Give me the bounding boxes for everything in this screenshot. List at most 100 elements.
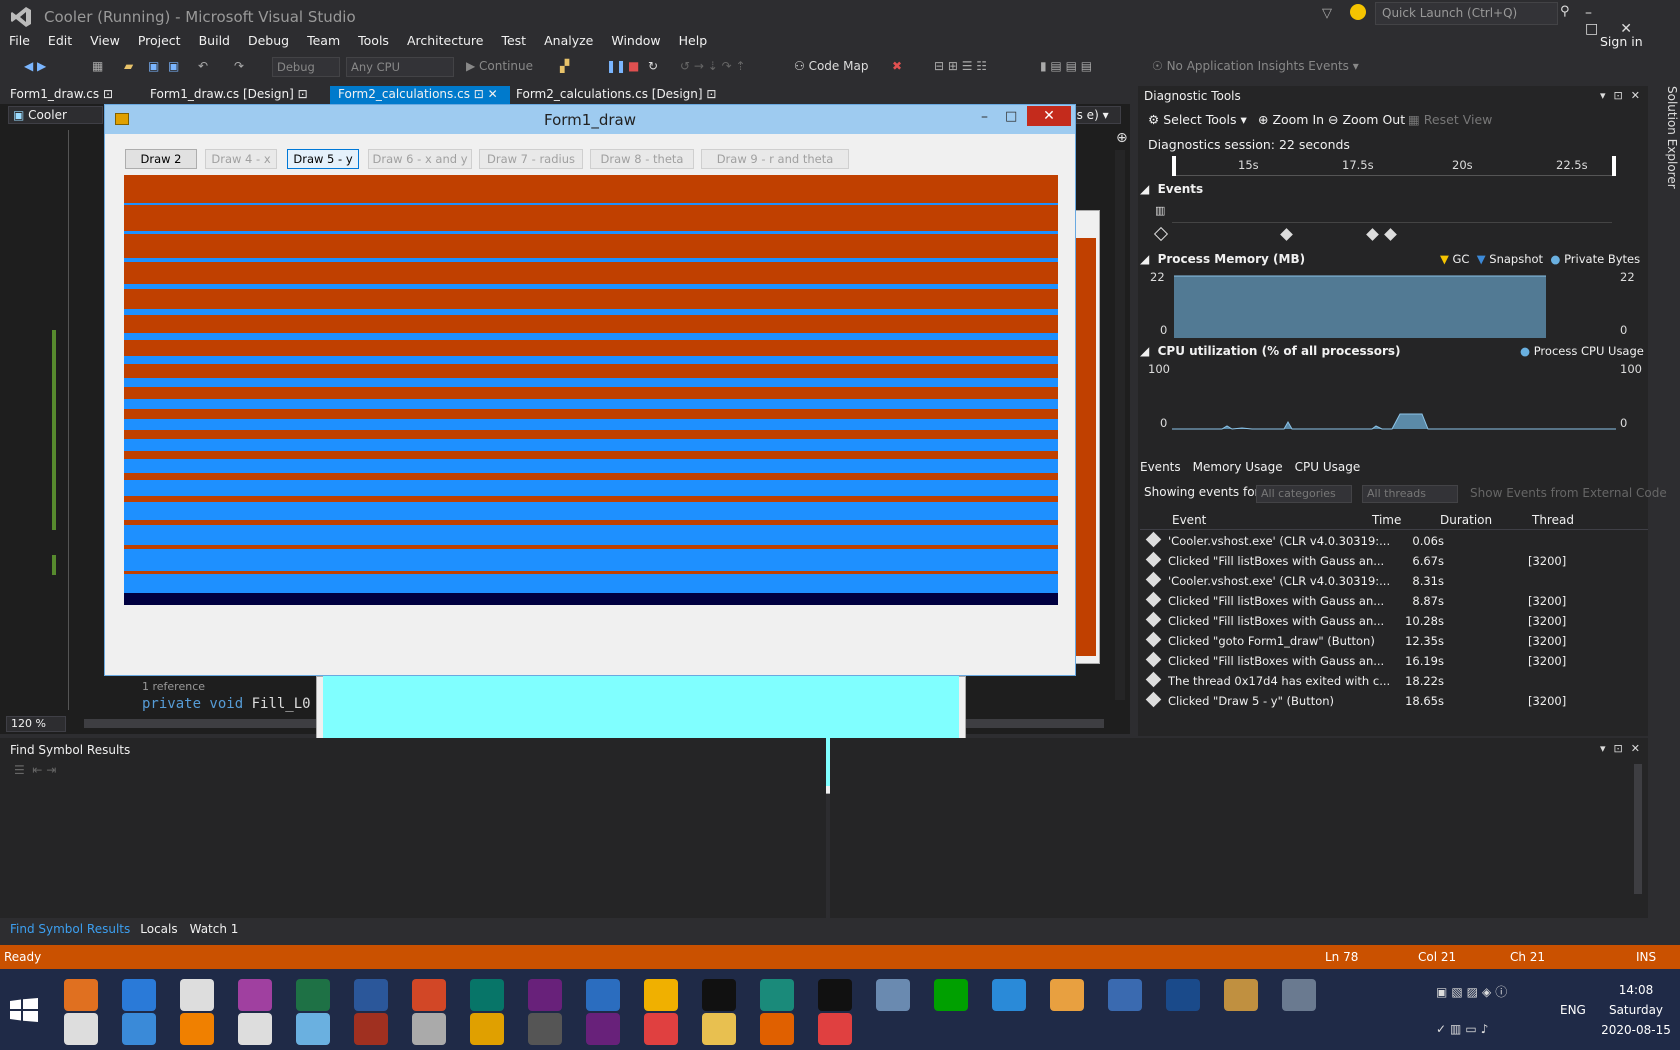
output-panel-controls[interactable]: ▾⊡✕ (1600, 742, 1648, 755)
menu-view[interactable]: View (81, 30, 129, 51)
application-insights-button[interactable]: ☉ No Application Insights Events ▾ (1152, 59, 1359, 73)
maximize-icon[interactable]: □ (1005, 109, 1017, 124)
paint-app-icon[interactable] (644, 979, 678, 1011)
taskbar-clock[interactable]: 14:08 Saturday 2020-08-15 (1600, 980, 1672, 1040)
excel-icon[interactable] (296, 979, 330, 1011)
platform-select[interactable]: Any CPU (346, 57, 454, 77)
split-editor-icon[interactable]: ⊕ (1116, 130, 1128, 146)
tab-form2-calculations-cs[interactable]: Form2_calculations.cs ⊡ ✕ (330, 86, 510, 104)
tab-memory-usage[interactable]: Memory Usage (1193, 460, 1283, 474)
tab-form2-calculations-design[interactable]: Form2_calculations.cs [Design] ⊡ (508, 86, 724, 104)
sign-in-link[interactable]: Sign in (1600, 34, 1643, 49)
event-row[interactable]: Clicked "Draw 5 - y" (Button) 18.65s [3200… (1140, 691, 1648, 712)
paint-palette-icon[interactable] (1050, 979, 1084, 1011)
cpu-section-header[interactable]: ◢ CPU utilization (% of all processors) (1140, 344, 1401, 358)
event-row[interactable]: Clicked "Fill listBoxes with Gauss an...… (1140, 591, 1648, 612)
tab-cpu-usage[interactable]: CPU Usage (1295, 460, 1361, 474)
continue-button[interactable]: ▶ Continue (466, 59, 533, 73)
video-editor-icon[interactable] (238, 979, 272, 1011)
menu-test[interactable]: Test (492, 30, 535, 51)
visual-studio-running-icon[interactable] (586, 1013, 620, 1045)
notepad-app-icon[interactable] (1224, 979, 1258, 1011)
column-thread[interactable]: Thread (1532, 513, 1574, 527)
menu-edit[interactable]: Edit (39, 30, 81, 51)
attach-icon[interactable]: ▞ (560, 59, 569, 73)
timeline-right-handle[interactable] (1612, 156, 1616, 176)
vertical-scrollbar[interactable] (1115, 150, 1125, 700)
close-icon[interactable]: ✕ (1027, 106, 1071, 126)
menu-file[interactable]: File (0, 30, 39, 51)
desktop-app-icon[interactable] (64, 1013, 98, 1045)
events-track[interactable] (1172, 198, 1612, 244)
feedback-smiley-icon[interactable] (1350, 4, 1366, 20)
draw-4-x-button[interactable]: Draw 4 - x (205, 149, 277, 169)
remote-desktop-icon[interactable] (586, 979, 620, 1011)
menu-build[interactable]: Build (190, 30, 239, 51)
restart-icon[interactable]: ↻ (648, 59, 658, 73)
event-row[interactable]: Clicked "Fill listBoxes with Gauss an...… (1140, 651, 1648, 672)
zoom-in-button[interactable]: ⊕ Zoom In (1258, 112, 1324, 127)
tab-form1-draw-design[interactable]: Form1_draw.cs [Design] ⊡ (142, 86, 316, 104)
event-marker[interactable] (1366, 228, 1379, 241)
solution-explorer-tab[interactable]: Solution Explorer (1657, 86, 1679, 206)
tray-icons-row-1[interactable]: ▣▧▨◈ⓘ (1436, 983, 1511, 1000)
project-navigation-dropdown[interactable]: ▣ Cooler (8, 106, 103, 124)
event-marker[interactable] (1384, 228, 1397, 241)
winrar-icon[interactable] (354, 1013, 388, 1045)
stop-icon[interactable]: ■ (628, 59, 639, 73)
redo-icon[interactable]: ↷ (234, 59, 244, 73)
input-language-indicator[interactable]: ENG (1560, 1003, 1586, 1017)
close-tab-icon[interactable]: ✕ (488, 87, 498, 101)
window-app-icon[interactable] (238, 1013, 272, 1045)
menu-project[interactable]: Project (129, 30, 190, 51)
pin-icon[interactable]: ⊡ (298, 87, 308, 101)
memory-section-header[interactable]: ◢ Process Memory (MB) (1140, 252, 1305, 266)
bookmark-icon[interactable]: ▮ ▤ ▤ ▤ (1040, 59, 1092, 73)
code-map-button[interactable]: ⚇ Code Map (794, 59, 868, 73)
terminal-2-icon[interactable] (818, 979, 852, 1011)
quick-launch-input[interactable]: Quick Launch (Ctrl+Q) (1375, 2, 1558, 25)
pin-icon[interactable]: ⊡ (474, 87, 484, 101)
menu-analyze[interactable]: Analyze (535, 30, 602, 51)
audition-icon[interactable] (934, 979, 968, 1011)
draw-2-button[interactable]: Draw 2 (125, 149, 197, 169)
show-next-statement-icon[interactable]: ↺ → ⇣ ↷ ⇡ (680, 59, 746, 73)
powerpoint-icon[interactable] (412, 979, 446, 1011)
tray-icons-row-2[interactable]: ✓▥▭♪ (1436, 1022, 1492, 1036)
pin-icon[interactable]: ⊡ (706, 87, 716, 101)
visual-studio-blue-icon[interactable] (528, 979, 562, 1011)
menu-help[interactable]: Help (670, 30, 717, 51)
menu-tools[interactable]: Tools (349, 30, 398, 51)
terminal-icon[interactable] (702, 979, 736, 1011)
word-icon[interactable] (354, 979, 388, 1011)
configuration-select[interactable]: Debug (272, 57, 340, 77)
publisher-icon[interactable] (470, 979, 504, 1011)
back-icon[interactable]: ◀ ▶ (24, 59, 46, 73)
event-marker[interactable] (1280, 228, 1293, 241)
code-lens-references[interactable]: 1 reference (142, 680, 205, 693)
network-app-icon[interactable] (122, 1013, 156, 1045)
file-explorer-icon[interactable] (702, 1013, 736, 1045)
filter-icon[interactable]: ▽ (1322, 6, 1332, 21)
new-project-icon[interactable]: ▦ (92, 59, 103, 73)
events-section-header[interactable]: ◢ Events (1140, 182, 1203, 196)
search-icon[interactable]: ⚲ (1560, 4, 1570, 19)
notepad-icon[interactable] (296, 1013, 330, 1045)
threads-select[interactable]: All threads (1362, 485, 1458, 503)
layout-icons[interactable]: ⊟ ⊞ ☰ ☷ (934, 59, 987, 73)
windows-start-icon[interactable] (10, 998, 38, 1022)
column-duration[interactable]: Duration (1440, 513, 1492, 527)
pin-icon[interactable]: ⊡ (103, 87, 113, 101)
word-pinned-icon[interactable] (528, 1013, 562, 1045)
menu-debug[interactable]: Debug (239, 30, 298, 51)
text-editor-icon[interactable] (1108, 979, 1142, 1011)
timeline-ruler[interactable]: 15s 17.5s 20s 22.5s (1172, 156, 1616, 176)
show-external-code-toggle[interactable]: Show Events from External Code (1470, 486, 1667, 500)
pause-icon[interactable]: ❚❚ (606, 59, 626, 73)
draw-6-x-and-y-button[interactable]: Draw 6 - x and y (368, 149, 472, 169)
calculator-icon[interactable] (876, 979, 910, 1011)
media-player-icon[interactable] (64, 979, 98, 1011)
e-app-icon[interactable] (760, 979, 794, 1011)
categories-select[interactable]: All categories (1256, 485, 1352, 503)
draw-9-r-and-theta-button[interactable]: Draw 9 - r and theta (701, 149, 849, 169)
